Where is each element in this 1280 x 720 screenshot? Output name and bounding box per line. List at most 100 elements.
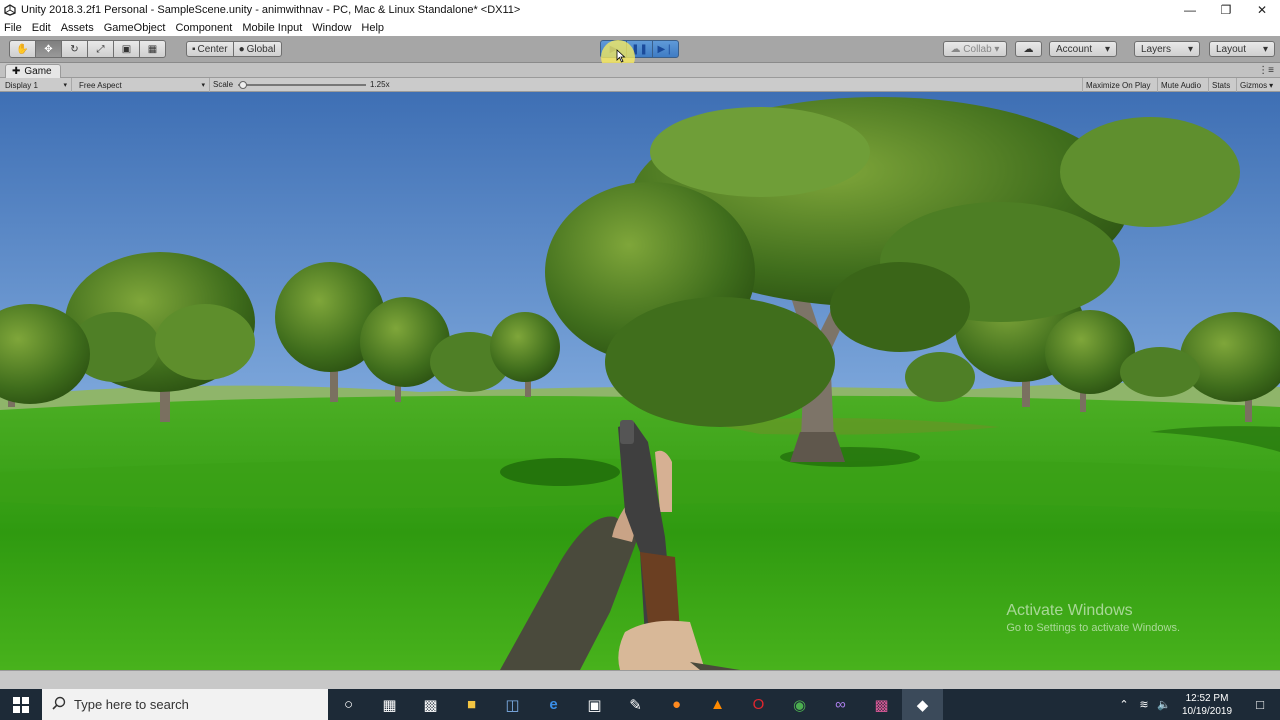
scale-value: 1.25x — [370, 80, 390, 89]
layout-dropdown[interactable]: Layout ▾ — [1209, 41, 1275, 57]
game-view-icon: ✚ — [12, 66, 21, 77]
pivot-controls: ▪ Center ● Global — [186, 41, 282, 57]
game-scene — [0, 92, 1280, 670]
move-tool-icon[interactable]: ✥ — [35, 40, 62, 58]
main-toolbar: ✋ ✥ ↻ ⤢ ▣ ▦ ▪Center ●Global ▶ ❚❚ ▶❘ ☁ Co… — [0, 36, 1280, 63]
layout-label: Layout — [1216, 43, 1247, 55]
task-view-icon[interactable]: ▦ — [369, 689, 410, 720]
unity-logo-icon — [3, 3, 17, 17]
firefox-icon[interactable]: ● — [656, 689, 697, 720]
taskbar-search-input[interactable]: Type here to search — [42, 689, 328, 720]
network-icon[interactable]: ≋ — [1134, 698, 1154, 711]
media-app-icon[interactable]: ▩ — [861, 689, 902, 720]
menu-window[interactable]: Window — [312, 22, 351, 34]
search-icon — [52, 696, 66, 713]
maximize-on-play-toggle[interactable]: Maximize On Play — [1082, 78, 1153, 92]
search-placeholder: Type here to search — [74, 697, 189, 712]
aspect-dropdown[interactable]: Free Aspect ▾ — [74, 78, 210, 92]
scale-slider-track[interactable] — [238, 84, 366, 86]
gizmos-label: Gizmos — [1240, 80, 1268, 90]
window-title-bar: Unity 2018.3.2f1 Personal - SampleScene.… — [0, 0, 1280, 20]
rotate-tool-icon[interactable]: ↻ — [61, 40, 88, 58]
menu-file[interactable]: File — [4, 22, 22, 34]
terminal-icon[interactable]: ▩ — [410, 689, 451, 720]
notifications-icon[interactable]: □ — [1240, 697, 1280, 712]
game-view-toolbar: Display 1 ▾ Free Aspect ▾ Scale 1.25x Maxi… — [0, 78, 1280, 92]
globe-icon: ● — [238, 43, 245, 55]
layers-dropdown[interactable]: Layers ▾ — [1134, 41, 1200, 57]
show-hidden-icons-icon[interactable]: ⌃ — [1114, 698, 1134, 711]
menu-assets[interactable]: Assets — [61, 22, 94, 34]
menu-mobile-input[interactable]: Mobile Input — [242, 22, 302, 34]
game-viewport[interactable]: Activate Windows Go to Settings to activ… — [0, 92, 1280, 670]
menu-gameobject[interactable]: GameObject — [104, 22, 166, 34]
edge-icon[interactable]: e — [533, 689, 574, 720]
display-label: Display 1 — [5, 80, 38, 90]
chevron-down-icon: ▾ — [1187, 43, 1193, 55]
notepad-icon[interactable]: ✎ — [615, 689, 656, 720]
scale-label: Scale — [213, 80, 234, 89]
clock[interactable]: 12:52 PM 10/19/2019 — [1174, 692, 1240, 718]
clock-date: 10/19/2019 — [1181, 705, 1233, 717]
close-icon[interactable]: ✕ — [1244, 0, 1280, 20]
chevron-down-icon: ▾ — [1262, 43, 1268, 55]
scale-tool-icon[interactable]: ⤢ — [87, 40, 114, 58]
cloud-icon[interactable]: ☁ — [1015, 41, 1042, 57]
windows-start-icon[interactable] — [0, 689, 42, 720]
chevron-down-icon: ▾ — [1104, 43, 1110, 55]
hand-tool-icon[interactable]: ✋ — [9, 40, 36, 58]
store-bag-icon[interactable]: ◫ — [492, 689, 533, 720]
vlc-icon[interactable]: ▲ — [697, 689, 738, 720]
mouse-cursor-icon — [616, 49, 626, 63]
chevron-down-icon: ▾ — [63, 82, 67, 89]
collab-icon: ☁ — [950, 43, 961, 55]
tab-menu-icon[interactable]: ⋮≡ — [1258, 65, 1274, 76]
rect-tool-icon[interactable]: ▣ — [113, 40, 140, 58]
space-label: Global — [246, 43, 276, 55]
system-tray: ⌃ ≋ 🔈 12:52 PM 10/19/2019 □ — [1114, 689, 1280, 720]
maximize-icon[interactable]: ❐ — [1208, 0, 1244, 20]
layers-label: Layers — [1141, 43, 1172, 55]
stats-toggle[interactable]: Stats — [1208, 78, 1233, 92]
scale-slider-handle[interactable] — [239, 81, 247, 89]
pivot-icon: ▪ — [192, 43, 196, 55]
menu-component[interactable]: Component — [175, 22, 232, 34]
account-label: Account — [1056, 43, 1093, 55]
collab-button[interactable]: ☁ Collab ▾ — [943, 41, 1007, 57]
window-title: Unity 2018.3.2f1 Personal - SampleScene.… — [21, 4, 521, 16]
aspect-label: Free Aspect — [79, 80, 122, 90]
chevron-down-icon: ▾ — [201, 82, 205, 89]
account-dropdown[interactable]: Account ▾ — [1049, 41, 1117, 57]
transform-tools: ✋ ✥ ↻ ⤢ ▣ ▦ — [9, 40, 166, 58]
minimize-icon[interactable]: — — [1172, 0, 1208, 20]
collab-label: Collab — [963, 43, 992, 55]
chrome-icon[interactable]: ◉ — [779, 689, 820, 720]
mute-audio-toggle[interactable]: Mute Audio — [1157, 78, 1204, 92]
display-dropdown[interactable]: Display 1 ▾ — [0, 78, 72, 92]
pivot-center-button[interactable]: ▪ Center — [186, 41, 234, 57]
microsoft-store-icon[interactable]: ▣ — [574, 689, 615, 720]
clock-time: 12:52 PM — [1185, 692, 1229, 704]
transform-tool-icon[interactable]: ▦ — [139, 40, 166, 58]
visual-studio-icon[interactable]: ∞ — [820, 689, 861, 720]
game-tab-bar: ✚ Game ⋮≡ — [0, 63, 1280, 78]
tab-game[interactable]: ✚ Game — [5, 64, 61, 78]
file-explorer-icon[interactable]: ■ — [451, 689, 492, 720]
step-icon[interactable]: ▶❘ — [652, 40, 679, 58]
gizmos-dropdown[interactable]: Gizmos ▾ — [1236, 78, 1276, 92]
unity-taskbar-icon[interactable]: ◆ — [902, 689, 943, 720]
status-bar — [0, 670, 1280, 689]
watermark-line2: Go to Settings to activate Windows. — [1006, 622, 1180, 634]
pivot-global-button[interactable]: ● Global — [232, 41, 282, 57]
game-tab-label: Game — [24, 66, 52, 77]
watermark-line1: Activate Windows — [1006, 602, 1133, 619]
stats-label: Stats — [1212, 80, 1231, 90]
chevron-down-icon: ▾ — [1269, 80, 1274, 90]
menu-help[interactable]: Help — [361, 22, 384, 34]
activate-windows-watermark: Activate Windows Go to Settings to activ… — [1006, 602, 1180, 634]
opera-icon[interactable]: O — [738, 689, 779, 720]
volume-icon[interactable]: 🔈 — [1154, 698, 1174, 711]
cortana-icon[interactable]: ○ — [328, 689, 369, 720]
menu-edit[interactable]: Edit — [32, 22, 51, 34]
windows-taskbar: Type here to search ○ ▦ ▩ ■ ◫ e ▣ ✎ ● ▲ … — [0, 689, 1280, 720]
